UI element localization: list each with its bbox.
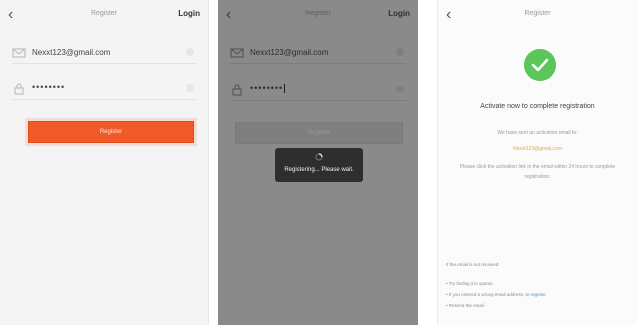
password-field[interactable]: •••••••• [12, 78, 196, 100]
email-field[interactable]: Nexxt123@gmail.com [12, 42, 196, 64]
activation-screen: ‹ Register Activate now to complete regi… [437, 0, 637, 325]
email-address: Nexxt123@gmail.com [513, 146, 562, 152]
instructions-text: Please click the activation link in the … [459, 164, 616, 180]
password-field[interactable]: •••••••• [230, 79, 406, 101]
clear-icon[interactable] [396, 48, 404, 56]
password-value: •••••••• [250, 83, 286, 94]
faq-wrong-text: • If you entered a wrong email address, [446, 292, 525, 297]
page-title: Register [90, 10, 118, 17]
activation-heading: Activate now to complete registration [480, 103, 595, 110]
faq-heading: If the email is not received: [446, 262, 500, 267]
resend-email-link[interactable]: • Resend the email [446, 303, 631, 308]
re-register-link[interactable]: re-register [525, 292, 546, 297]
top-bar: ‹ Register Login [0, 0, 208, 30]
register-button[interactable]: Register [28, 121, 194, 143]
password-dots: •••••••• [250, 83, 284, 93]
lock-icon [232, 84, 242, 96]
top-bar: ‹ Register [438, 0, 637, 30]
mail-icon [230, 48, 244, 58]
loading-text: Registering... Please wait. [284, 167, 354, 173]
lock-icon [14, 83, 24, 95]
login-link[interactable]: Login [178, 9, 200, 18]
password-value: •••••••• [32, 82, 66, 92]
spinner-icon [315, 153, 323, 161]
clear-icon[interactable] [396, 85, 404, 93]
clear-icon[interactable] [186, 84, 194, 92]
email-value: Nexxt123@gmail.com [32, 48, 111, 57]
mail-icon [12, 48, 26, 58]
register-screen-form: ‹ Register Login Nexxt123@gmail.com ••••… [0, 0, 209, 325]
top-bar: ‹ Register Login [218, 0, 418, 30]
sent-text: We have sent an activation email to: [497, 130, 578, 136]
register-screen-loading: ‹ Register Login Nexxt123@gmail.com ••••… [218, 0, 418, 325]
success-check-icon [524, 49, 556, 81]
faq-wrong-email: • If you entered a wrong email address, … [446, 292, 631, 297]
faq-try-spam: • Try finding it in spams. [446, 281, 494, 286]
clear-icon[interactable] [186, 48, 194, 56]
page-title: Register [524, 10, 551, 17]
text-cursor [284, 84, 286, 94]
register-button[interactable]: Register [235, 122, 403, 144]
loading-toast: Registering... Please wait. [275, 148, 363, 182]
email-value: Nexxt123@gmail.com [250, 48, 329, 57]
email-field[interactable]: Nexxt123@gmail.com [230, 42, 406, 64]
login-link[interactable]: Login [388, 9, 410, 18]
